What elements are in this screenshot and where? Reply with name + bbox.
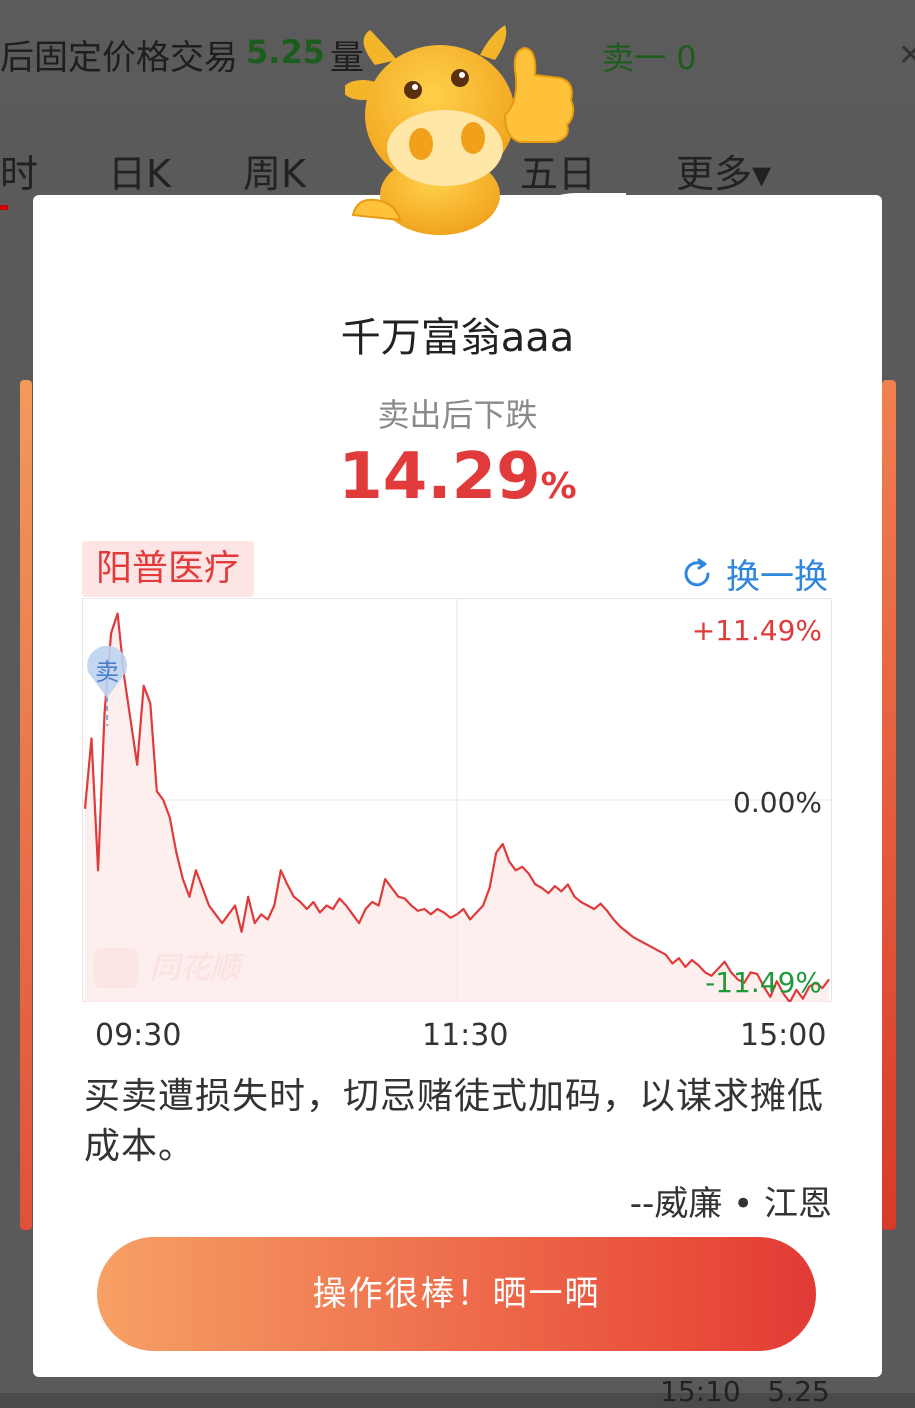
drop-percentage: 14.29%	[0, 440, 915, 514]
result-subtitle: 卖出后下跌	[377, 396, 538, 434]
x-tick-label: 09:30	[95, 1018, 182, 1053]
quote-author: --威廉 • 江恩	[629, 1184, 832, 1224]
tab-more[interactable]: 更多▾	[676, 143, 771, 198]
sell1-quote: 卖一 0	[602, 39, 697, 77]
x-tick-label: 11:30	[422, 1018, 509, 1053]
tab-daily-k[interactable]: 日K	[108, 143, 171, 198]
tab-intraday[interactable]: 时	[0, 143, 38, 198]
investment-quote: 买卖遭损失时，切忌赌徒式加码，以谋求摊低成本。	[84, 1076, 825, 1167]
refresh-icon	[680, 557, 714, 600]
y-tick-label: 0.00%	[733, 786, 822, 819]
active-tab-indicator	[0, 205, 8, 210]
sell-marker-label: 卖	[95, 658, 119, 686]
tab-weekly-k[interactable]: 周K	[243, 143, 306, 198]
intraday-chart: 同花顺+11.49%0.00%-11.49%卖	[82, 598, 832, 1002]
close-icon[interactable]: ✕	[898, 38, 915, 73]
percentage-sign: %	[540, 466, 577, 507]
percentage-value: 14.29	[338, 440, 541, 514]
share-button[interactable]: 操作很棒！晒一晒	[97, 1237, 816, 1351]
x-tick-label: 15:00	[740, 1018, 827, 1053]
refresh-label: 换一换	[726, 557, 828, 597]
cow-mascot-icon	[345, 25, 575, 235]
trade-label: 后固定价格交易	[0, 38, 238, 78]
stock-name-tag: 阳普医疗	[82, 541, 255, 597]
refresh-button[interactable]: 换一换	[680, 549, 828, 600]
y-tick-label: -11.49%	[705, 966, 822, 999]
bottom-tick-row: 15:10 5.25	[660, 1375, 830, 1408]
username: 千万富翁aaa	[340, 315, 575, 361]
y-tick-label: +11.49%	[692, 614, 822, 647]
trade-price: 5.25	[246, 33, 325, 71]
